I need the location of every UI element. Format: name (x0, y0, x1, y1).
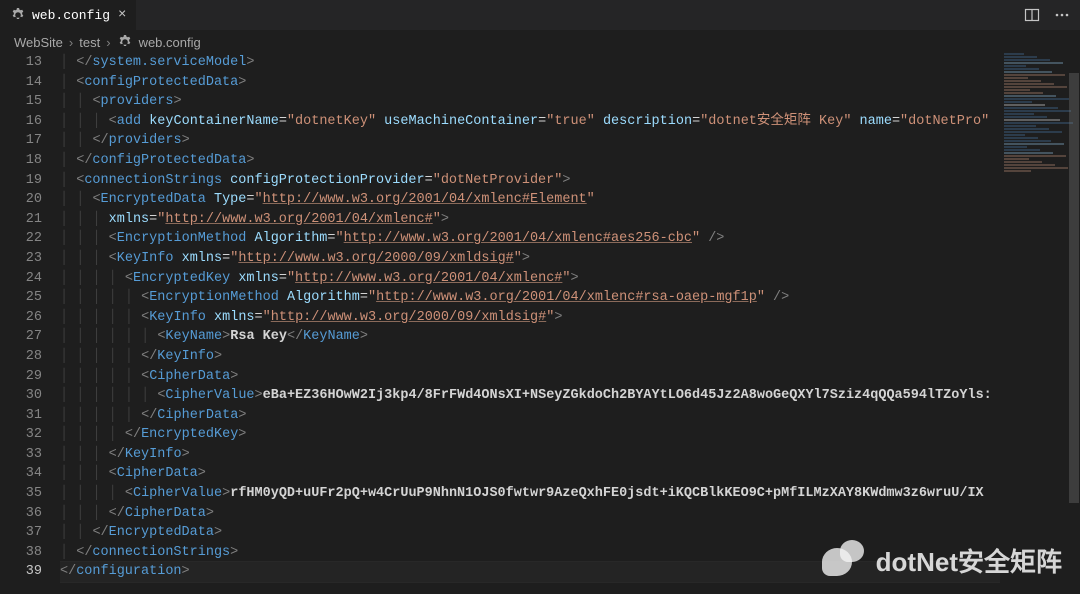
code-line[interactable]: │ │ │ │ │ <CipherData> (60, 367, 1000, 387)
gear-icon (10, 7, 26, 23)
code-line[interactable]: │ │ │ │ </EncryptedKey> (60, 425, 1000, 445)
code-area[interactable]: │ </system.serviceModel>│ <configProtect… (60, 53, 1000, 594)
code-line[interactable]: │ │ │ <add keyContainerName="dotnetKey" … (60, 112, 1000, 132)
code-line[interactable]: │ </configProtectedData> (60, 151, 1000, 171)
code-line[interactable]: │ │ │ │ │ │ <CipherValue>eBa+EZ36HOwW2Ij… (60, 386, 1000, 406)
scrollbar-thumb[interactable] (1069, 73, 1079, 503)
code-line[interactable]: </configuration> (60, 562, 1000, 582)
code-line[interactable]: │ │ </providers> (60, 131, 1000, 151)
tab-web-config[interactable]: web.config × (0, 0, 137, 30)
code-line[interactable]: │ │ │ </KeyInfo> (60, 445, 1000, 465)
code-line[interactable]: │ │ │ <CipherData> (60, 464, 1000, 484)
chevron-right-icon: › (106, 35, 110, 50)
code-line[interactable]: │ │ │ │ │ </KeyInfo> (60, 347, 1000, 367)
code-line[interactable]: │ │ │ </CipherData> (60, 504, 1000, 524)
breadcrumb-item[interactable]: test (79, 35, 100, 50)
code-line[interactable]: │ │ │ │ │ │ <KeyName>Rsa Key</KeyName> (60, 327, 1000, 347)
tab-bar: web.config × (0, 0, 1080, 31)
gear-icon (117, 34, 133, 50)
breadcrumb-item[interactable]: web.config (139, 35, 201, 50)
code-line[interactable]: │ │ │ │ <EncryptedKey xmlns="http://www.… (60, 269, 1000, 289)
breadcrumb-item[interactable]: WebSite (14, 35, 63, 50)
code-line[interactable]: │ │ │ │ <CipherValue>rfHM0yQD+uUFr2pQ+w4… (60, 484, 1000, 504)
code-line[interactable]: │ │ │ xmlns="http://www.w3.org/2001/04/x… (60, 210, 1000, 230)
code-editor[interactable]: 1314151617181920212223242526272829303132… (0, 53, 1080, 594)
code-line[interactable]: │ │ │ │ │ <KeyInfo xmlns="http://www.w3.… (60, 308, 1000, 328)
close-icon[interactable]: × (116, 7, 128, 23)
split-editor-icon[interactable] (1024, 7, 1040, 23)
code-line[interactable]: │ </system.serviceModel> (60, 53, 1000, 73)
code-line[interactable]: │ │ │ <KeyInfo xmlns="http://www.w3.org/… (60, 249, 1000, 269)
code-line[interactable]: │ </connectionStrings> (60, 543, 1000, 563)
chevron-right-icon: › (69, 35, 73, 50)
tab-label: web.config (32, 8, 110, 23)
vertical-scrollbar[interactable] (1068, 53, 1080, 594)
breadcrumb[interactable]: WebSite › test › web.config (0, 31, 1080, 53)
code-line[interactable]: │ <configProtectedData> (60, 73, 1000, 93)
more-icon[interactable] (1054, 7, 1070, 23)
code-line[interactable]: │ │ <EncryptedData Type="http://www.w3.o… (60, 190, 1000, 210)
code-line[interactable]: │ <connectionStrings configProtectionPro… (60, 171, 1000, 191)
code-line[interactable]: │ │ <providers> (60, 92, 1000, 112)
code-line[interactable]: │ │ </EncryptedData> (60, 523, 1000, 543)
code-line[interactable]: │ │ │ │ │ </CipherData> (60, 406, 1000, 426)
code-line[interactable]: │ │ │ │ │ <EncryptionMethod Algorithm="h… (60, 288, 1000, 308)
line-number-gutter: 1314151617181920212223242526272829303132… (0, 53, 60, 594)
tabbar-actions (1024, 0, 1080, 30)
code-line[interactable]: │ │ │ <EncryptionMethod Algorithm="http:… (60, 229, 1000, 249)
